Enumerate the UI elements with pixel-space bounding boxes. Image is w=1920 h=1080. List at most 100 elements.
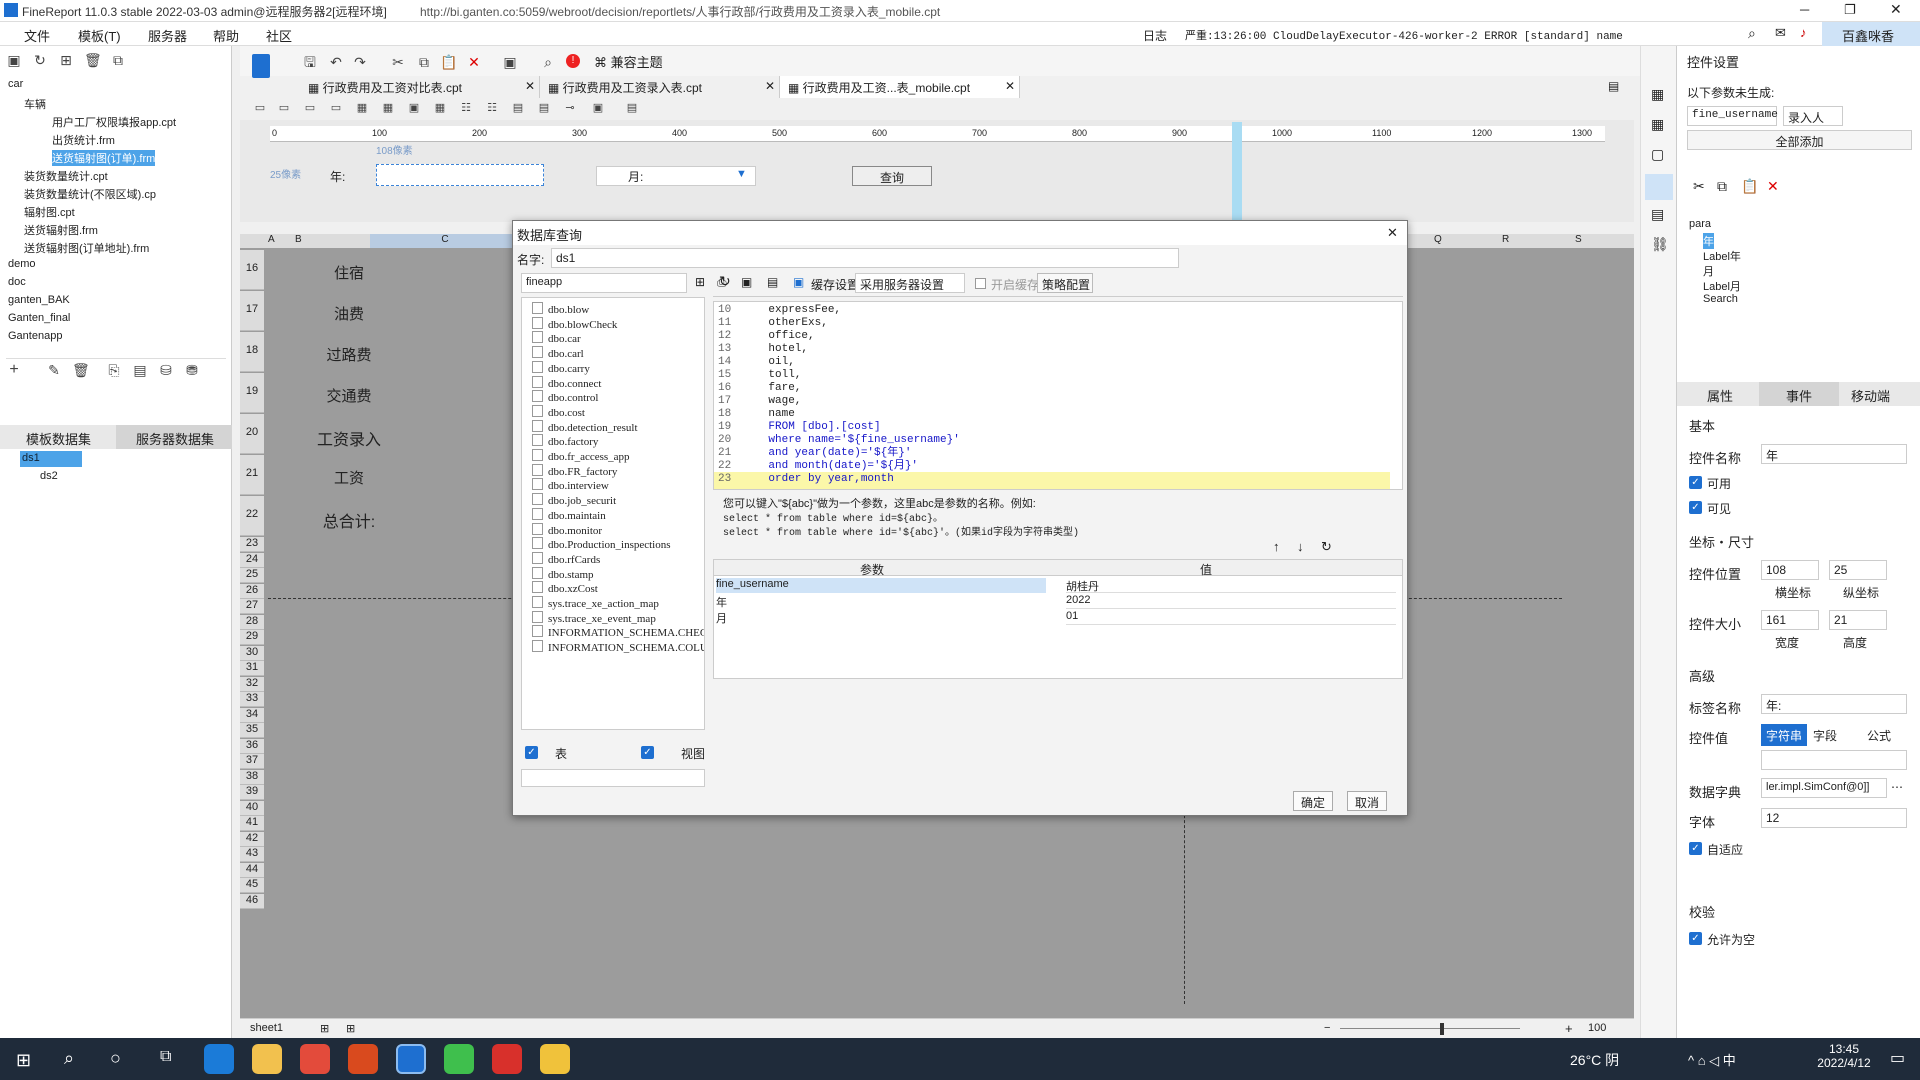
row-header[interactable]: 20 [240, 414, 264, 454]
tab-document[interactable]: ▦ 行政费用及工资录入表.cpt ✕ [540, 76, 780, 98]
enable-cache-checkbox[interactable] [975, 278, 986, 289]
theme-button[interactable]: ⌘ 兼容主题 [594, 52, 663, 71]
windows-icon[interactable]: ⊞ [16, 1050, 31, 1071]
ok-button[interactable]: 确定 [1293, 791, 1333, 811]
cortana-icon[interactable]: ○ [110, 1048, 121, 1069]
db-table-item[interactable]: dbo.maintain [532, 508, 606, 522]
tree-item[interactable]: 车辆 [24, 96, 46, 112]
menu-help[interactable]: 帮助 [213, 26, 239, 45]
row-header[interactable]: 23 [240, 537, 264, 552]
row-label[interactable]: 过路费 [276, 344, 422, 365]
button-widget-icon[interactable]: ▭ [302, 100, 318, 116]
tree-item[interactable]: 辐射图.cpt [24, 204, 75, 220]
preview-icon[interactable]: ▣ [502, 54, 518, 70]
add-icon[interactable]: + [6, 362, 22, 378]
menu-template[interactable]: 模板(T) [78, 26, 121, 45]
tab-document[interactable]: ▦ 行政费用及工资对比表.cpt ✕ [300, 76, 540, 98]
row-header[interactable]: 46 [240, 893, 264, 909]
column-a[interactable]: A [268, 234, 275, 245]
grid-widget-icon[interactable]: ▦ [432, 100, 448, 116]
sheet-tab[interactable]: sheet1 [250, 1022, 283, 1034]
y-input[interactable]: 25 [1829, 560, 1887, 580]
tree-item[interactable]: 送货辐射图.frm [24, 222, 98, 238]
db-table-item[interactable]: dbo.blow [532, 302, 589, 316]
tree-item[interactable]: 出货统计.frm [52, 132, 115, 148]
row-header[interactable]: 33 [240, 692, 264, 707]
db-table-item[interactable]: dbo.car [532, 331, 581, 345]
close-tab-icon[interactable]: ✕ [525, 79, 535, 93]
tree-item[interactable]: demo [8, 258, 36, 270]
lock-icon[interactable]: ⊞ [58, 52, 74, 68]
row-header[interactable]: 36 [240, 738, 264, 754]
table-widget-icon[interactable]: ▦ [380, 100, 396, 116]
column-s[interactable]: S [1575, 234, 1582, 245]
finereport-icon[interactable] [396, 1044, 426, 1074]
db-table-item[interactable]: dbo.carl [532, 346, 584, 360]
param-value[interactable]: 01 [1066, 610, 1396, 625]
user-name[interactable]: 百鑫咪香 [1822, 22, 1920, 46]
row-header[interactable]: 22 [240, 496, 264, 536]
copy-icon[interactable]: ⧉ [1717, 178, 1727, 195]
connection-select[interactable]: fineapp [521, 273, 687, 293]
sql-icon[interactable]: ▤ [767, 275, 778, 289]
tree-item[interactable]: car [8, 78, 23, 90]
menu-file[interactable]: 文件 [24, 26, 50, 45]
table-search-input[interactable] [521, 769, 705, 787]
db-table-item[interactable]: dbo.carry [532, 361, 590, 375]
row-label[interactable]: 油费 [276, 303, 422, 324]
show-view-checkbox[interactable]: ✓ [641, 746, 654, 759]
param-value[interactable]: 胡桂丹 [1066, 578, 1396, 593]
row-header[interactable]: 43 [240, 847, 264, 862]
upload-widget-icon[interactable]: ▣ [590, 100, 606, 116]
tab-template-dataset[interactable]: 模板数据集 [26, 429, 91, 448]
db-table-item[interactable]: dbo.cost [532, 405, 585, 419]
widget-tree-item[interactable]: para [1689, 218, 1711, 230]
tab-document-active[interactable]: ▦ 行政费用及工资...表_mobile.cpt ✕ [780, 76, 1020, 98]
db-table-item[interactable]: dbo.factory [532, 434, 598, 448]
db-table-item[interactable]: dbo.stamp [532, 567, 594, 581]
visible-checkbox[interactable]: ✓ [1689, 501, 1702, 514]
db-table-item[interactable]: dbo.connect [532, 376, 601, 390]
param-name[interactable]: 年 [716, 594, 1046, 609]
param-value[interactable]: 2022 [1066, 594, 1396, 609]
enabled-checkbox[interactable]: ✓ [1689, 476, 1702, 489]
dict-input[interactable]: ler.impl.SimConf@0]] [1761, 778, 1887, 798]
move-down-icon[interactable]: ↓ [1297, 539, 1304, 554]
search-icon[interactable]: ⌕ [64, 1048, 74, 1069]
row-header[interactable]: 38 [240, 769, 264, 785]
param-name[interactable]: 月 [716, 610, 1046, 625]
refresh-icon[interactable]: ↻ [32, 52, 48, 68]
checkbox-widget-icon[interactable]: ☷ [484, 100, 500, 116]
tree-item[interactable]: ganten_BAK [8, 294, 70, 306]
add-all-button[interactable]: 全部添加 [1687, 130, 1912, 150]
row-header[interactable]: 16 [240, 250, 264, 290]
zoom-out-icon[interactable]: − [1324, 1022, 1330, 1034]
tag-name-input[interactable]: 年: [1761, 694, 1907, 714]
alert-icon[interactable]: ! [566, 54, 580, 68]
cache-select[interactable]: 采用服务器设置 [855, 273, 965, 293]
row-header[interactable]: 35 [240, 723, 264, 738]
row-header[interactable]: 17 [240, 291, 264, 331]
combo-widget-icon[interactable]: ▭ [328, 100, 344, 116]
column-c[interactable]: C [370, 234, 520, 248]
height-input[interactable]: 21 [1829, 610, 1887, 630]
row-label[interactable]: 交通费 [276, 385, 422, 406]
name-input[interactable]: ds1 [551, 248, 1179, 268]
dropdown-icon[interactable]: ▼ [736, 168, 747, 180]
db-table-item[interactable]: dbo.xzCost [532, 581, 598, 595]
tree-item[interactable]: 装货数量统计.cpt [24, 168, 108, 184]
copy-icon[interactable]: ⧉ [110, 52, 126, 68]
connection-edit-icon[interactable]: ⊞ [695, 275, 705, 289]
zoom-in-icon[interactable]: + [1565, 1021, 1573, 1036]
row-header[interactable]: 19 [240, 373, 264, 413]
ungenerated-param[interactable]: fine_username [1687, 106, 1778, 126]
server-db-icon[interactable]: ⛃ [184, 362, 200, 378]
param-icon[interactable]: ▣ [741, 275, 752, 289]
close-tab-icon[interactable]: ✕ [765, 79, 775, 93]
column-r[interactable]: R [1502, 234, 1509, 245]
db-table-item[interactable]: dbo.rfCards [532, 552, 600, 566]
float-element-icon[interactable]: ▢ [1651, 146, 1664, 163]
more-icon[interactable]: ⋯ [1891, 780, 1903, 794]
tab-events[interactable]: 事件 [1759, 382, 1839, 406]
copy-icon[interactable]: ⧉ [416, 54, 432, 70]
